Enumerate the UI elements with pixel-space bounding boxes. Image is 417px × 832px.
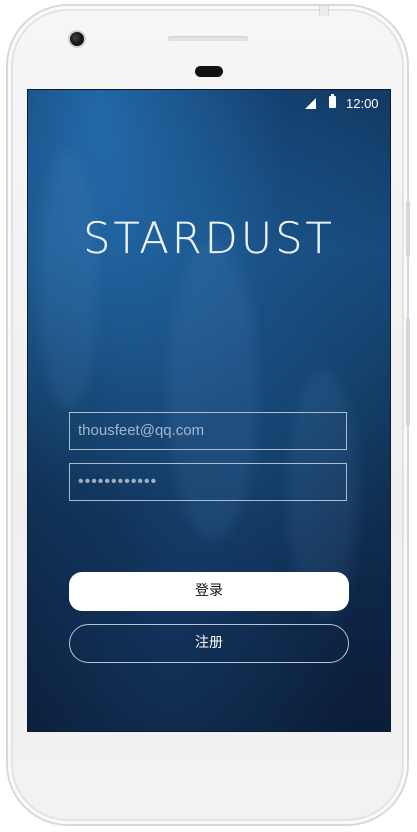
power-button (406, 201, 410, 257)
cellular-signal-icon (305, 98, 316, 109)
volume-button (406, 318, 410, 426)
proximity-sensor (195, 66, 223, 77)
status-time: 12:00 (346, 96, 379, 111)
register-button[interactable]: 注册 (69, 624, 349, 663)
app-title: STARDUST (83, 214, 335, 264)
status-bar: 12:00 (28, 90, 390, 118)
phone-frame: 12:00 STARDUST thousfeet@qq.com ••••••••… (8, 6, 410, 824)
background-texture (38, 150, 98, 410)
earpiece-speaker (168, 36, 248, 41)
top-edge-button (319, 6, 329, 16)
email-field[interactable]: thousfeet@qq.com (69, 412, 347, 450)
front-camera-icon (70, 32, 84, 46)
battery-icon (329, 94, 336, 108)
app-screen: 12:00 STARDUST thousfeet@qq.com ••••••••… (27, 89, 391, 732)
login-button[interactable]: 登录 (69, 572, 349, 611)
password-field[interactable]: •••••••••••• (69, 463, 347, 501)
